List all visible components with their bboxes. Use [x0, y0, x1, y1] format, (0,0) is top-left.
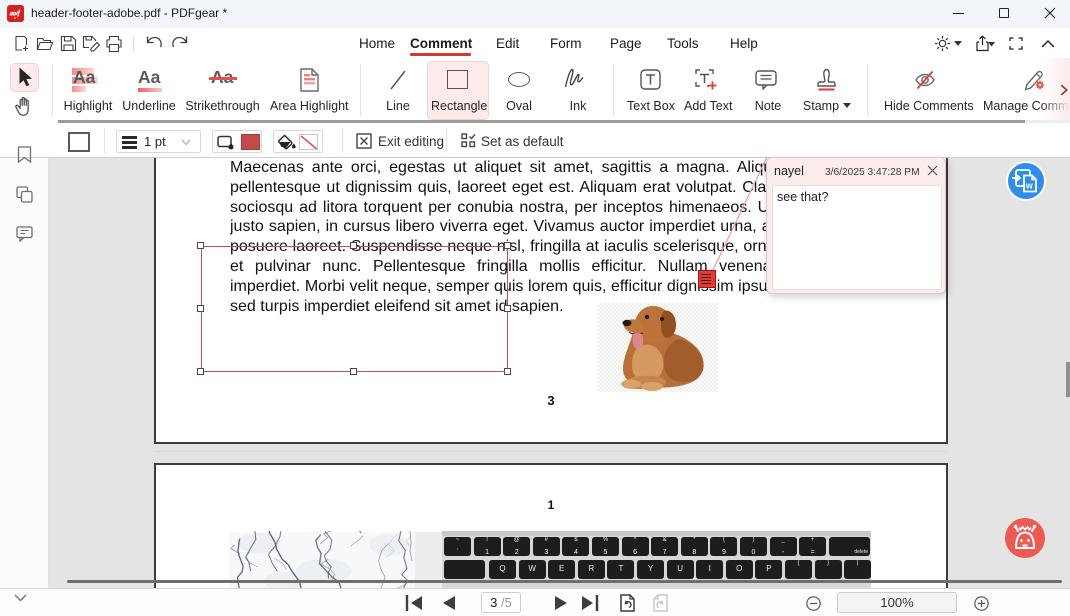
svg-text:w: w	[1025, 181, 1034, 191]
